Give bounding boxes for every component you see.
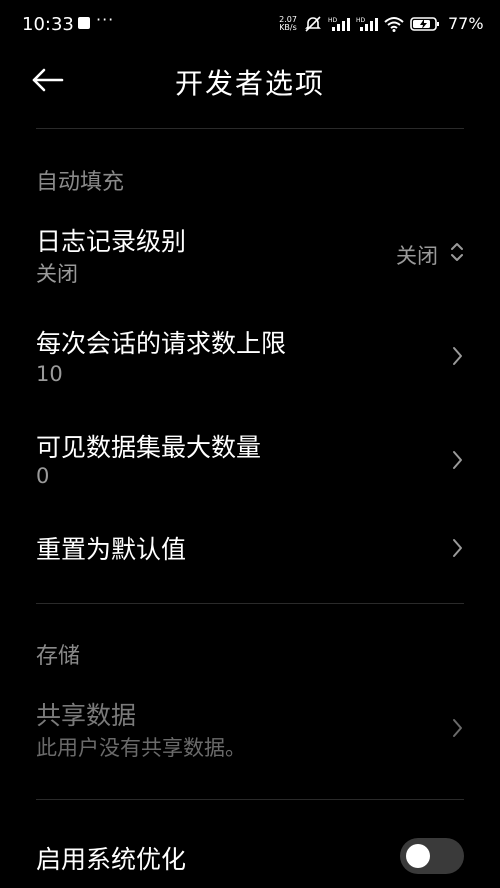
more-notifications-icon: ··· [96, 10, 115, 29]
chevron-right-icon [453, 539, 462, 557]
system-optimization-title: 启用系统优化 [36, 845, 187, 874]
max-requests-value: 10 [36, 362, 63, 386]
section-header-autofill: 自动填充 [36, 170, 125, 195]
shared-data-subtitle: 此用户没有共享数据。 [36, 736, 246, 760]
log-level-selected: 关闭 [396, 244, 438, 268]
signal-1-icon: HD [328, 17, 350, 31]
max-datasets-title: 可见数据集最大数量 [36, 433, 262, 462]
toggle-knob [406, 844, 430, 868]
svg-text:HD: HD [356, 17, 366, 24]
system-optimization-item[interactable]: 启用系统优化 [0, 826, 500, 888]
page-title: 开发者选项 [174, 67, 325, 100]
svg-text:HD: HD [328, 17, 338, 24]
max-requests-title: 每次会话的请求数上限 [36, 329, 287, 358]
log-level-value: 关闭 [36, 262, 78, 286]
shared-data-title: 共享数据 [36, 701, 137, 730]
max-datasets-item[interactable]: 可见数据集最大数量 0 [0, 420, 500, 500]
reset-defaults-title: 重置为默认值 [36, 535, 187, 564]
reset-defaults-item[interactable]: 重置为默认值 [0, 516, 500, 576]
network-speed: 2.07 KB/s [278, 16, 298, 32]
app-header: 开发者选项 [0, 48, 500, 128]
chevron-right-icon [453, 347, 462, 365]
network-speed-unit: KB/s [279, 23, 297, 32]
max-requests-item[interactable]: 每次会话的请求数上限 10 [0, 316, 500, 396]
system-optimization-toggle[interactable] [400, 838, 464, 874]
chevron-right-icon [453, 719, 462, 737]
status-icons: HD HD [304, 15, 440, 33]
log-level-title: 日志记录级别 [36, 227, 187, 256]
battery-percent: 77% [448, 14, 484, 33]
chevron-up-down-icon [451, 243, 463, 261]
log-level-item[interactable]: 日志记录级别 关闭 关闭 [0, 212, 500, 292]
status-bar: 10:33 ··· 2.07 KB/s HD HD 77% [0, 0, 500, 48]
chevron-right-icon [453, 451, 462, 469]
divider [36, 799, 464, 800]
divider [36, 603, 464, 604]
battery-icon [410, 17, 439, 31]
divider [36, 128, 464, 129]
wifi-icon [384, 17, 404, 32]
notification-icon [78, 17, 90, 29]
max-datasets-value: 0 [36, 464, 50, 488]
section-header-storage: 存储 [36, 644, 81, 669]
mute-alarm-icon [305, 16, 321, 32]
shared-data-item[interactable]: 共享数据 此用户没有共享数据。 [0, 690, 500, 770]
status-time: 10:33 [22, 14, 74, 35]
signal-2-icon: HD [356, 17, 378, 31]
